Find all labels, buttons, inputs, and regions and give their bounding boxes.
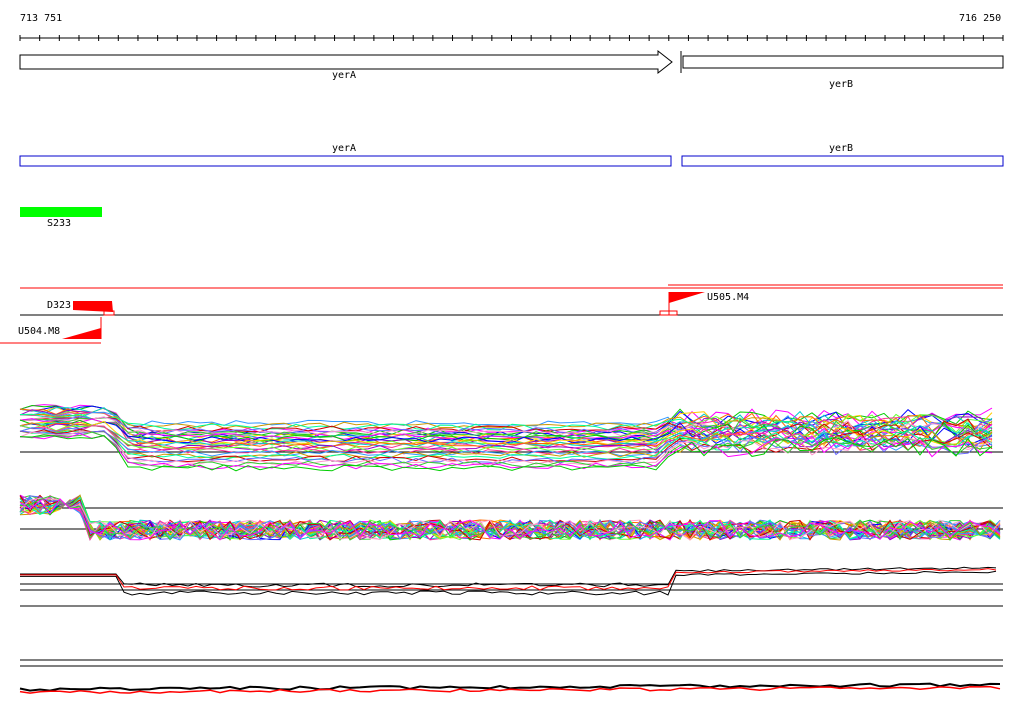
signal-track-1 (19, 404, 1003, 472)
gene-track (19, 49, 1004, 75)
marker-label-u505-m4: U505.M4 (707, 292, 750, 303)
ruler-end-label: 716 250 (959, 13, 1002, 24)
genome-browser-canvas (0, 35, 1004, 694)
cds-label-yerB: yerB (828, 143, 854, 154)
cds-track (19, 155, 1004, 167)
cds-box-yerB[interactable] (681, 155, 1004, 167)
signal-track-3 (20, 566, 1003, 607)
feature-label-s233: S233 (47, 218, 72, 229)
cds-label-yerA: yerA (331, 143, 357, 154)
marker-u505-m4[interactable] (659, 292, 705, 316)
feature-bar-s233[interactable] (20, 207, 102, 217)
signal-track-4 (19, 659, 1003, 694)
gene-box-yerB[interactable] (682, 55, 1004, 69)
marker-label-u504-m8: U504.M8 (18, 326, 61, 337)
cds-box-yerA[interactable] (19, 155, 672, 167)
marker-track (0, 284, 1003, 344)
marker-d323[interactable] (73, 301, 115, 316)
ruler-start-label: 713 751 (20, 13, 63, 24)
coordinate-ruler (19, 35, 1004, 41)
gene-label-yerA: yerA (331, 70, 357, 81)
marker-label-d323: D323 (47, 300, 72, 311)
gene-label-yerB: yerB (828, 79, 854, 90)
signal-track-2 (19, 494, 1003, 541)
marker-u504-m8[interactable] (62, 317, 102, 339)
